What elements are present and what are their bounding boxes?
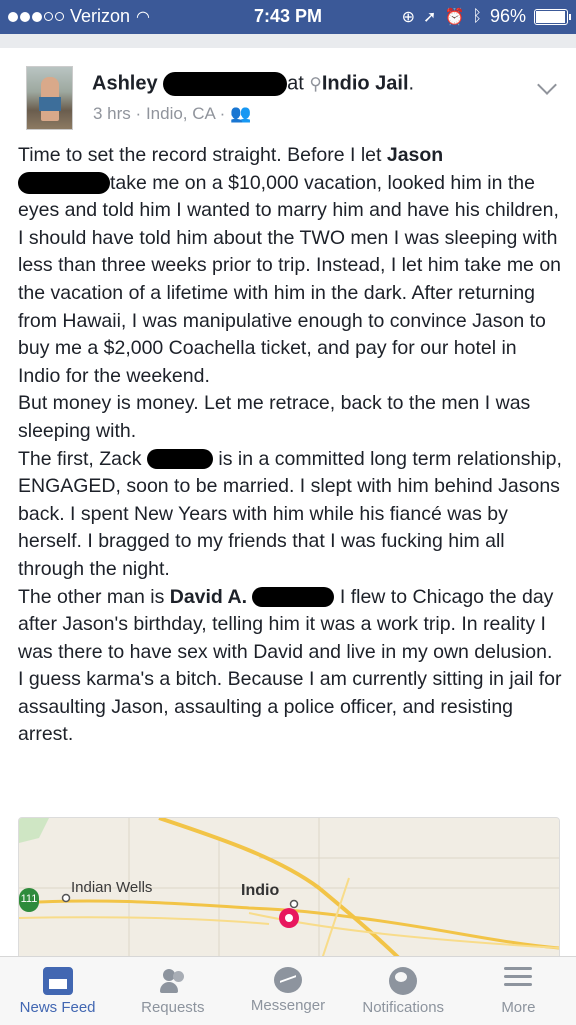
rotation-lock-icon: ⊕ <box>401 8 416 26</box>
post-paragraph: The other man is David A. I flew to Chic… <box>18 584 563 667</box>
tab-label: More <box>501 999 536 1016</box>
globe-icon <box>389 967 418 995</box>
battery-percent: 96% <box>489 6 526 26</box>
location-pin-icon: ⚲ <box>309 74 322 94</box>
tab-more[interactable]: More <box>461 957 576 1025</box>
post-time[interactable]: 3 hrs <box>93 104 131 123</box>
messenger-icon <box>274 967 302 993</box>
post-paragraph: The first, Zack is in a committed long t… <box>18 446 563 584</box>
tagged-name: Jason <box>386 144 444 166</box>
alarm-icon: ⏰ <box>444 8 465 26</box>
at-word: at <box>287 72 304 95</box>
battery-icon <box>534 8 571 25</box>
feed-divider <box>0 34 576 48</box>
highway-shield: 111 <box>20 893 38 905</box>
menu-icon <box>503 967 533 995</box>
status-bar: Verizon ◠ 7:43 PM ⊕ ➚ ⏰ ᛒ 96% <box>0 0 576 34</box>
tab-label: News Feed <box>19 999 96 1016</box>
redaction-bar <box>163 72 288 96</box>
author-name[interactable]: Ashley <box>92 72 158 94</box>
redaction-bar <box>252 587 335 608</box>
post-body: Time to set the record straight. Before … <box>18 142 563 749</box>
meta-separator: · <box>135 104 142 123</box>
text-span: The first, Zack <box>18 447 147 470</box>
bottom-tab-bar: News Feed Requests Messenger Notificatio… <box>0 956 576 1025</box>
news-feed-icon <box>42 967 73 995</box>
battery-fill <box>536 10 565 23</box>
text-span: Time to set the record straight. Before … <box>18 144 387 166</box>
tab-messenger[interactable]: Messenger <box>230 957 345 1025</box>
post-author-line: Ashley at ⚲Indio Jail. <box>92 72 414 96</box>
tab-label: Notifications <box>362 999 445 1016</box>
friends-audience-icon[interactable]: 👥 <box>230 104 251 123</box>
location-map[interactable]: 111 Indian Wells Indio <box>18 817 560 969</box>
post-options-chevron-icon[interactable] <box>537 75 557 95</box>
post-paragraph: Time to set the record straight. Before … <box>18 142 563 390</box>
text-span: The other man is <box>18 585 170 608</box>
requests-icon <box>158 967 188 995</box>
tagged-name: David A. <box>169 585 248 608</box>
avatar[interactable] <box>26 66 73 130</box>
tab-label: Messenger <box>250 997 326 1014</box>
map-label-indian-wells: Indian Wells <box>71 879 153 896</box>
tab-notifications[interactable]: Notifications <box>346 957 461 1025</box>
tab-news-feed[interactable]: News Feed <box>0 957 115 1025</box>
post-meta: 3 hrs · Indio, CA · 👥 <box>93 104 251 124</box>
post-paragraph: I guess karma's a bitch. Because I am cu… <box>18 668 562 746</box>
avatar-figure-shorts <box>39 97 61 111</box>
location-arrow-icon: ➚ <box>423 8 437 26</box>
tab-label: Requests <box>141 999 205 1016</box>
post-paragraph: But money is money. Let me retrace, back… <box>18 392 531 442</box>
bluetooth-icon: ᛒ <box>472 7 482 25</box>
redaction-bar <box>146 449 213 470</box>
status-right: ⊕ ➚ ⏰ ᛒ 96% <box>401 6 571 27</box>
meta-separator: · <box>219 104 226 123</box>
text-span: take me on a $10,000 vacation, looked hi… <box>18 171 562 387</box>
checkin-location[interactable]: Indio Jail <box>322 72 409 94</box>
location-period: . <box>408 72 415 95</box>
tab-requests[interactable]: Requests <box>115 957 230 1025</box>
post-place[interactable]: Indio, CA <box>146 104 215 123</box>
redaction-bar <box>18 172 110 195</box>
map-label-indio: Indio <box>241 882 280 899</box>
